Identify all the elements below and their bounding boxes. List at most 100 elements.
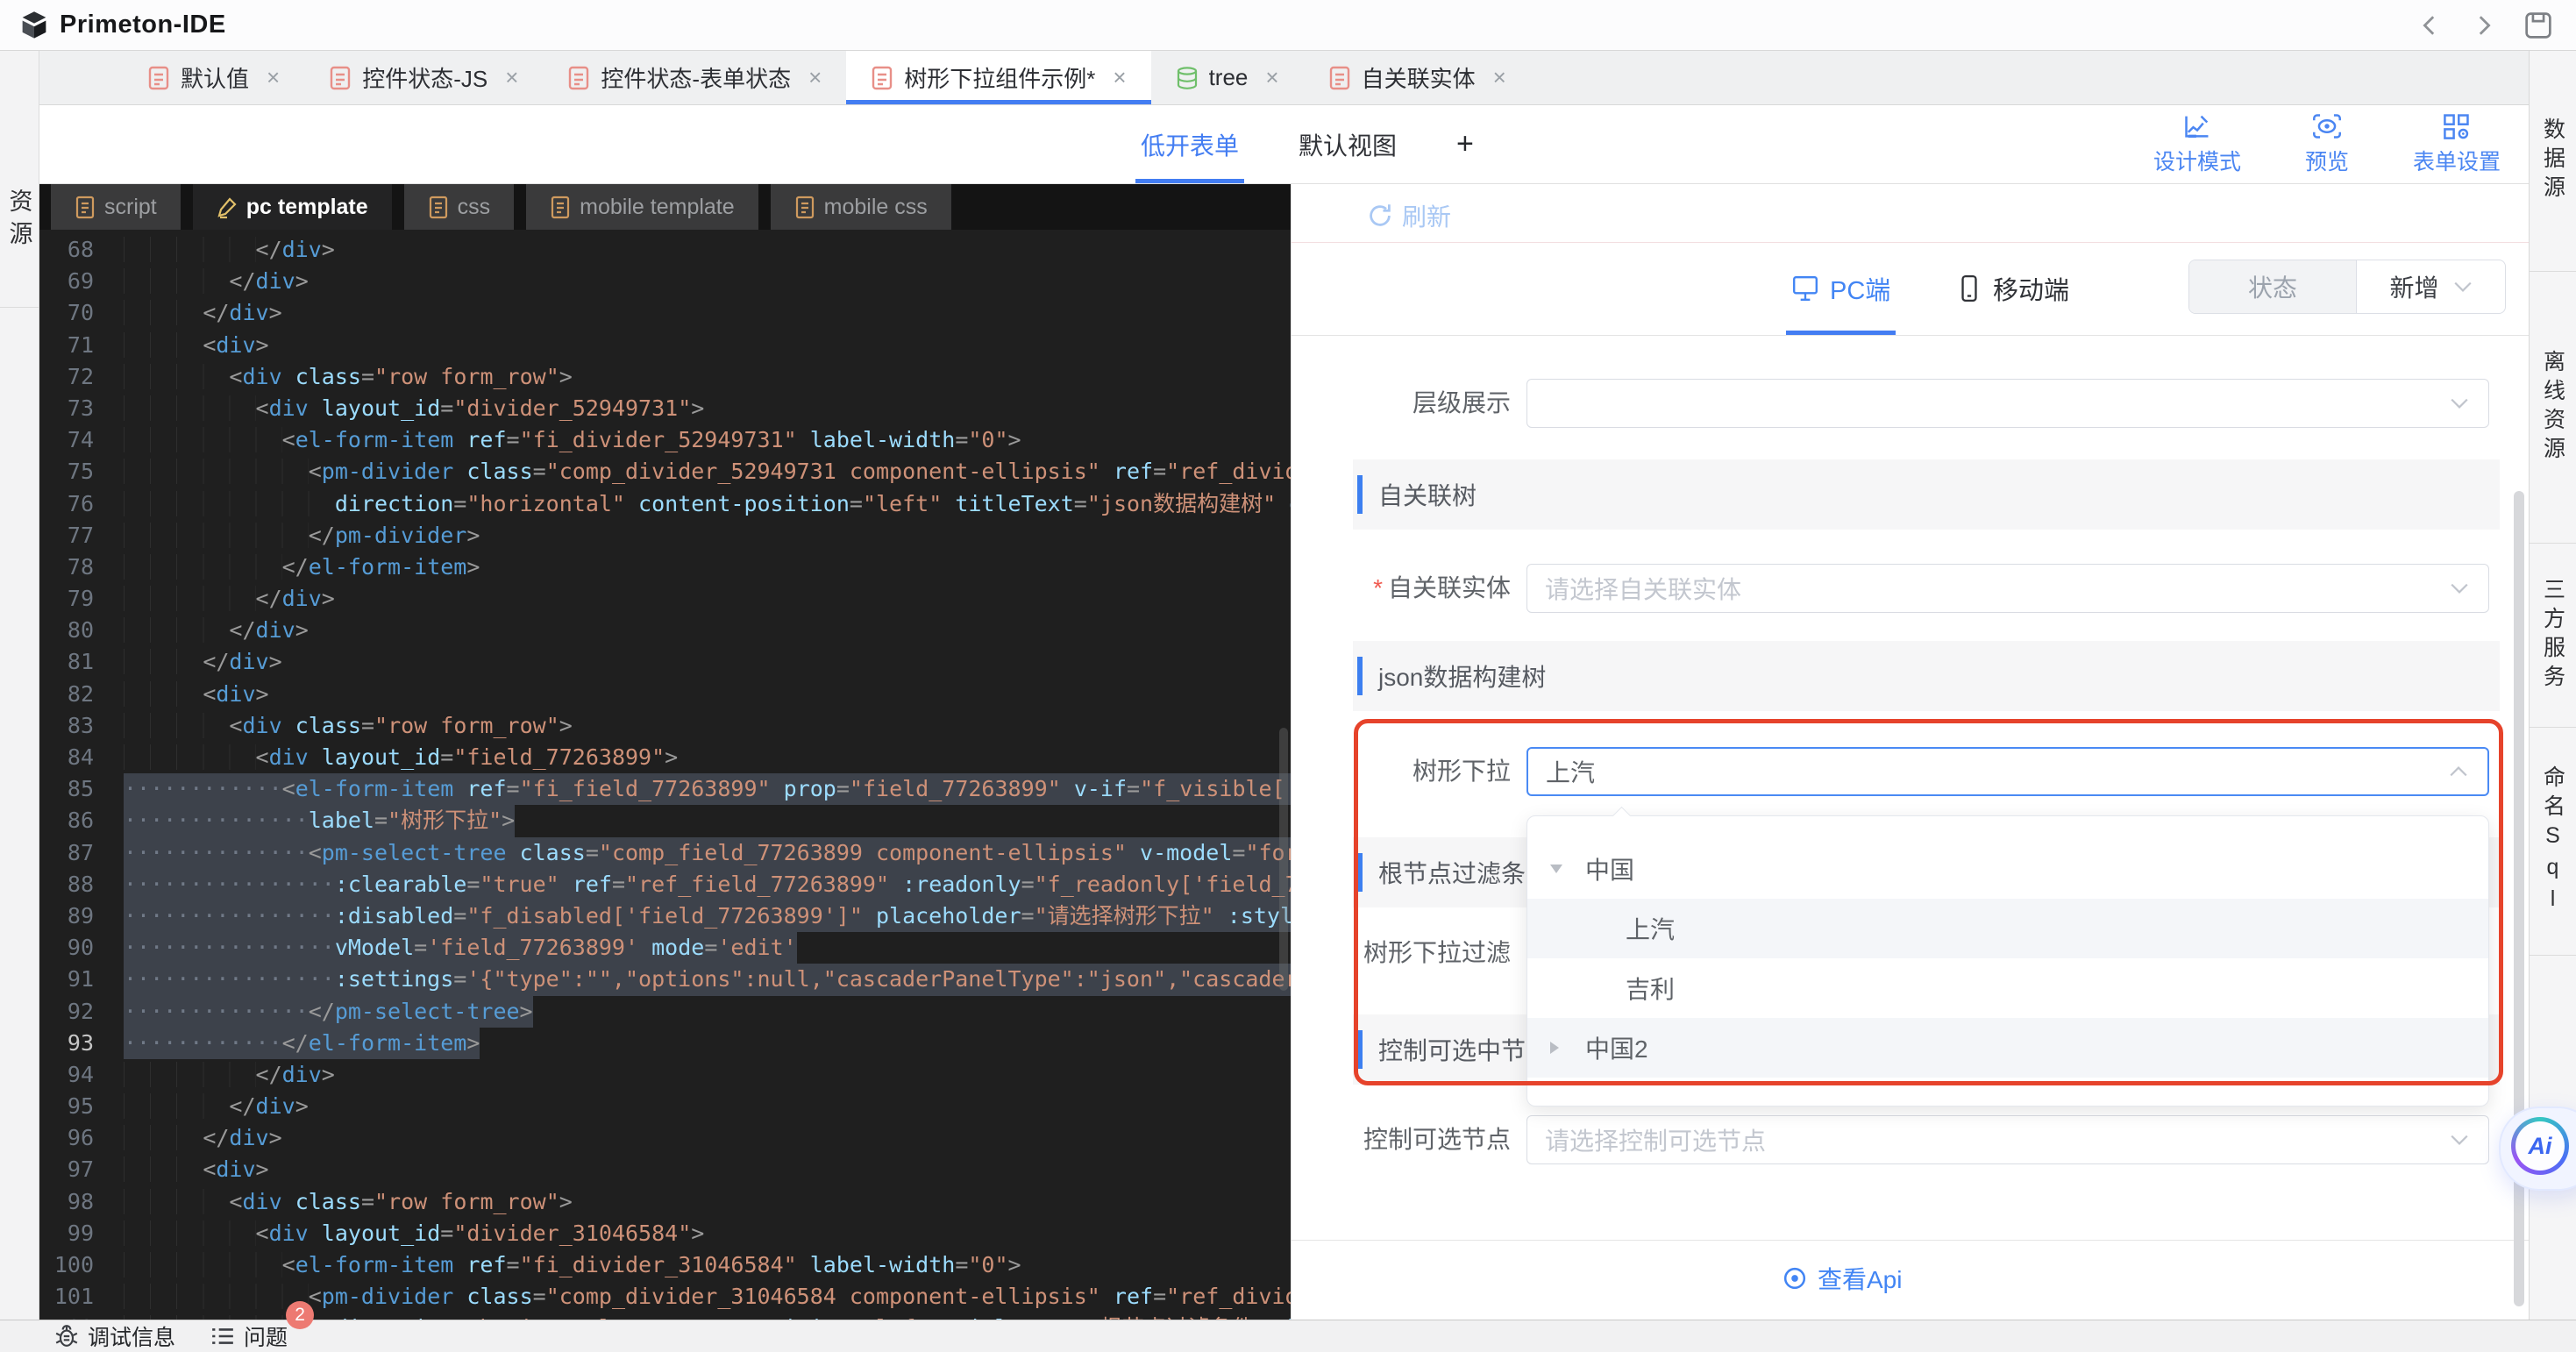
- code-line[interactable]: 82 <div>: [39, 679, 1291, 710]
- hierarchy-select[interactable]: [1526, 379, 2489, 428]
- line-body: <div layout_id="divider_31046584">: [124, 1218, 1291, 1249]
- tree-select-input[interactable]: 上汽: [1526, 747, 2489, 796]
- code-line[interactable]: 89················:disabled="f_disabled[…: [39, 900, 1291, 932]
- problems-button[interactable]: 问题 2: [210, 1320, 288, 1352]
- save-icon[interactable]: [2523, 11, 2553, 40]
- code-line[interactable]: 84 <div layout_id="field_77263899">: [39, 742, 1291, 773]
- code-line[interactable]: 83 <div class="row form_row">: [39, 710, 1291, 742]
- code-line[interactable]: 92··············</pm-select-tree>: [39, 996, 1291, 1028]
- sidebar-item-三方服务[interactable]: 三方服务: [2530, 544, 2576, 728]
- line-number: 101: [39, 1281, 94, 1313]
- close-icon[interactable]: ×: [1113, 64, 1126, 91]
- code-line[interactable]: 77 </pm-divider>: [39, 520, 1291, 551]
- code-line[interactable]: 80 </div>: [39, 615, 1291, 646]
- code-line[interactable]: 87··············<pm-select-tree class="c…: [39, 837, 1291, 869]
- editor-tab-css[interactable]: css: [404, 184, 515, 230]
- code-line[interactable]: 100 <el-form-item ref="fi_divider_310465…: [39, 1249, 1291, 1281]
- sidebar-item-命名Sql[interactable]: 命名Sql: [2530, 728, 2576, 956]
- design-mode-button[interactable]: 设计模式: [2152, 112, 2243, 176]
- code-line[interactable]: 70 </div>: [39, 297, 1291, 329]
- selectable-node-select[interactable]: 请选择控制可选节点: [1526, 1115, 2489, 1164]
- code-line[interactable]: 75 <pm-divider class="comp_divider_52949…: [39, 456, 1291, 487]
- editor-tab-mobile-template[interactable]: mobile template: [526, 184, 758, 230]
- debug-info-button[interactable]: 调试信息: [54, 1320, 175, 1352]
- document-tab[interactable]: tree×: [1151, 51, 1304, 104]
- code-line[interactable]: 68 </div>: [39, 234, 1291, 266]
- view-tab[interactable]: 低开表单: [1135, 105, 1244, 183]
- code-line[interactable]: 102 direction="horizontal" content-posit…: [39, 1313, 1291, 1320]
- preview-button[interactable]: 预览: [2281, 112, 2373, 176]
- editor-tab-mobile-css[interactable]: mobile css: [771, 184, 951, 230]
- statusbar: 调试信息 问题 2: [0, 1320, 2576, 1352]
- line-body: <el-form-item ref="fi_divider_52949731" …: [124, 424, 1291, 456]
- line-number: 76: [39, 488, 94, 520]
- tree-option-label: 中国: [1585, 851, 1634, 886]
- code-line[interactable]: 79 </div>: [39, 583, 1291, 615]
- tree-option[interactable]: 吉利: [1527, 958, 2488, 1018]
- code-line[interactable]: 97 <div>: [39, 1154, 1291, 1185]
- code-line[interactable]: 101 <pm-divider class="comp_divider_3104…: [39, 1281, 1291, 1313]
- document-tab-label: 默认值: [181, 61, 249, 94]
- code-line[interactable]: 95 </div>: [39, 1091, 1291, 1122]
- code-line[interactable]: 76 direction="horizontal" content-positi…: [39, 488, 1291, 520]
- sidebar-item-resources[interactable]: 资源: [3, 189, 37, 253]
- code-line[interactable]: 93············</el-form-item>: [39, 1028, 1291, 1059]
- document-tab[interactable]: 默认值 ×: [123, 51, 304, 104]
- chevron-down-icon: [2450, 397, 2469, 409]
- code-line[interactable]: 69 </div>: [39, 266, 1291, 297]
- add-view-button[interactable]: +: [1451, 105, 1479, 183]
- refresh-button[interactable]: 刷新: [1367, 198, 1451, 233]
- sidebar-item-数据源[interactable]: 数据源: [2530, 51, 2576, 272]
- self-entity-select[interactable]: 请选择自关联实体: [1526, 564, 2489, 613]
- close-icon[interactable]: ×: [1265, 64, 1278, 91]
- chevron-down-icon: [2453, 281, 2473, 293]
- sidebar-item-离线资源[interactable]: 离线资源: [2530, 272, 2576, 544]
- tab-pc[interactable]: PC端: [1791, 242, 1890, 335]
- code-line[interactable]: 98 <div class="row form_row">: [39, 1186, 1291, 1218]
- document-tab[interactable]: 树形下拉组件示例*×: [846, 51, 1150, 104]
- close-icon[interactable]: ×: [505, 64, 518, 91]
- code-line[interactable]: 71 <div>: [39, 330, 1291, 361]
- line-number: 84: [39, 742, 94, 773]
- code-line[interactable]: 85············<el-form-item ref="fi_fiel…: [39, 773, 1291, 805]
- form-settings-button[interactable]: 表单设置: [2411, 112, 2502, 176]
- tree-option[interactable]: 中国: [1527, 839, 2488, 899]
- code-line[interactable]: 90················vModel='field_77263899…: [39, 932, 1291, 964]
- divider: [1292, 1240, 2529, 1241]
- code-line[interactable]: 91················:settings='{"type":"",…: [39, 964, 1291, 995]
- code-line[interactable]: 94 </div>: [39, 1059, 1291, 1091]
- ai-assistant-button[interactable]: Ai: [2499, 1107, 2576, 1191]
- close-icon[interactable]: ×: [808, 64, 822, 91]
- code-line[interactable]: 74 <el-form-item ref="fi_divider_5294973…: [39, 424, 1291, 456]
- close-icon[interactable]: ×: [267, 64, 280, 91]
- line-number: 71: [39, 330, 94, 361]
- document-tab[interactable]: 控件状态-JS×: [304, 51, 543, 104]
- close-icon[interactable]: ×: [1493, 64, 1506, 91]
- nav-back-icon[interactable]: [2415, 11, 2444, 40]
- view-tab[interactable]: 默认视图: [1293, 105, 1402, 183]
- code-line[interactable]: 78 </el-form-item>: [39, 551, 1291, 583]
- editor-tab-script[interactable]: script: [51, 184, 181, 230]
- tab-mobile[interactable]: 移动端: [1956, 242, 2069, 335]
- code-line[interactable]: 72 <div class="row form_row">: [39, 361, 1291, 393]
- state-value-dropdown[interactable]: 新增: [2357, 260, 2505, 313]
- code-line[interactable]: 88················:clearable="true" ref=…: [39, 869, 1291, 900]
- caret-down-icon[interactable]: [1550, 865, 1585, 873]
- nav-forward-icon[interactable]: [2469, 11, 2499, 40]
- tree-option[interactable]: 中国2: [1527, 1018, 2488, 1078]
- inspector-panel: 刷新 PC端 移动端 状态 新增 层级展示: [1291, 184, 2529, 1320]
- form-icon: [871, 66, 893, 90]
- code-line[interactable]: 81 </div>: [39, 646, 1291, 678]
- code-lines[interactable]: 68 </div>69 </div>70 </div>71 <div>72 <d…: [39, 230, 1291, 1320]
- caret-right-icon[interactable]: [1550, 1042, 1585, 1054]
- tree-option[interactable]: 上汽: [1527, 899, 2488, 958]
- editor-tab-pc-template[interactable]: pc template: [193, 184, 392, 230]
- code-line[interactable]: 96 </div>: [39, 1122, 1291, 1154]
- code-line[interactable]: 99 <div layout_id="divider_31046584">: [39, 1218, 1291, 1249]
- code-line[interactable]: 86··············label="树形下拉">: [39, 805, 1291, 836]
- editor-scrollbar[interactable]: [1279, 728, 1288, 991]
- document-tab[interactable]: 控件状态-表单状态×: [543, 51, 846, 104]
- code-line[interactable]: 73 <div layout_id="divider_52949731">: [39, 393, 1291, 424]
- view-api-link[interactable]: 查看Api: [1783, 1261, 1902, 1296]
- document-tab[interactable]: 自关联实体×: [1304, 51, 1531, 104]
